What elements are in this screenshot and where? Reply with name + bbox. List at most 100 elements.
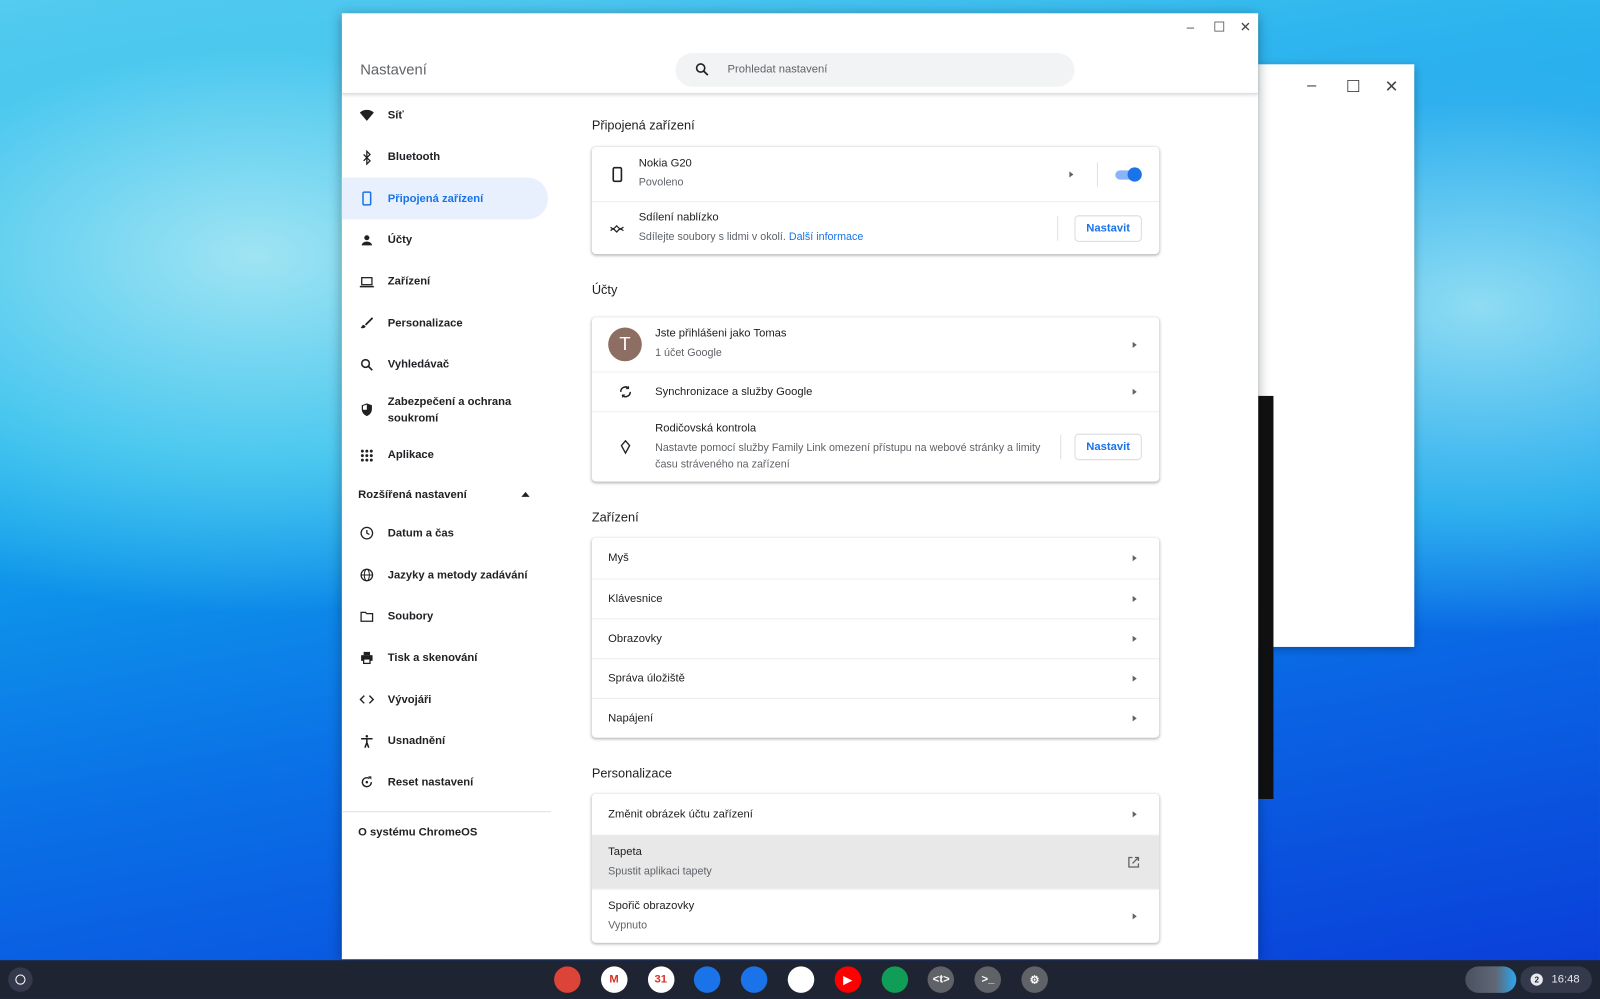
sidebar-item-label: Datum a čas	[387, 527, 454, 540]
nearby-title: Sdílení nablízko	[638, 211, 719, 224]
status-tray[interactable]: 2 16:48	[1520, 966, 1592, 993]
search-icon	[360, 358, 373, 371]
sidebar-item-bluetooth[interactable]: Bluetooth	[342, 136, 548, 178]
shelf-app-chrome[interactable]	[554, 966, 581, 993]
sidebar-item-label: Usnadnění	[387, 734, 446, 748]
sidebar-item-personalization[interactable]: Personalizace	[342, 302, 548, 344]
row-label: Změnit obrázek účtu zařízení	[608, 808, 753, 821]
sidebar-item-files[interactable]: Soubory	[342, 596, 548, 638]
arrow-right-icon	[1132, 595, 1137, 603]
screensaver-row[interactable]: Spořič obrazovky Vypnuto	[591, 888, 1160, 943]
arrow-right-icon	[1132, 341, 1137, 348]
sync-row[interactable]: Synchronizace a služby Google	[591, 371, 1160, 411]
sidebar-item-about[interactable]: O systému ChromeOS	[342, 813, 551, 854]
nearby-share-icon	[610, 224, 624, 233]
files-icon	[694, 966, 721, 993]
sidebar-item-connected-devices[interactable]: Připojená zařízení	[341, 177, 548, 220]
shelf-app-messages[interactable]	[741, 966, 768, 993]
arrow-right-icon	[1069, 170, 1074, 178]
shelf-app-gmail[interactable]: M	[600, 966, 628, 993]
background-window[interactable]: – ☐ ✕	[1258, 64, 1415, 647]
messages-icon	[741, 966, 768, 993]
notification-badge: 2	[1530, 973, 1543, 986]
shelf-app-files[interactable]	[694, 966, 721, 993]
wallpaper-row[interactable]: Tapeta Spustit aplikaci tapety	[591, 834, 1160, 889]
parental-controls-row[interactable]: Rodičovská kontrola Nastavte pomocí služb…	[591, 411, 1160, 481]
maximize-button[interactable]: ☐	[1213, 19, 1225, 35]
sidebar-item-label: Reset nastavení	[387, 776, 474, 789]
account-count: 1 účet Google	[655, 346, 722, 360]
external-link-icon	[1128, 856, 1140, 868]
advanced-label: Rozšířená nastavení	[358, 488, 467, 501]
accounts-card: T Jste přihlášeni jako Tomas 1 účet Googl…	[591, 317, 1160, 482]
advanced-settings-toggle[interactable]: Rozšířená nastavení	[342, 476, 548, 513]
sidebar-item-languages[interactable]: Jazyky a metody zadávání	[342, 554, 548, 596]
chevron-up-icon	[521, 491, 530, 497]
crostini-text-icon: <t>	[932, 973, 950, 986]
storage-row[interactable]: Správa úložiště	[591, 658, 1160, 698]
sidebar-item-network[interactable]: Síť	[342, 95, 548, 137]
nearby-description: Sdílejte soubory s lidmi v okolí.	[638, 230, 786, 243]
change-picture-row[interactable]: Změnit obrázek účtu zařízení	[592, 794, 1159, 835]
displays-row[interactable]: Obrazovky	[591, 618, 1160, 658]
terminal-icon: >_	[981, 973, 995, 986]
sidebar-item-label: Vývojáři	[387, 693, 432, 706]
gmail-icon: M	[609, 973, 619, 986]
sidebar-item-date-time[interactable]: Datum a čas	[342, 513, 548, 555]
sidebar-item-label: Vyhledávač	[387, 358, 450, 371]
sidebar-item-apps[interactable]: Aplikace	[342, 434, 548, 476]
arrow-right-icon	[1132, 675, 1137, 682]
sidebar-item-reset[interactable]: Reset nastavení	[342, 762, 548, 804]
launcher-button[interactable]	[8, 967, 33, 992]
phone-enabled-toggle[interactable]	[1115, 166, 1142, 182]
shelf-app-terminal[interactable]: >_	[974, 966, 1002, 993]
sidebar-item-accessibility[interactable]: Usnadnění	[342, 720, 548, 762]
keyboard-row[interactable]: Klávesnice	[591, 578, 1160, 619]
close-button[interactable]: ✕	[1385, 77, 1399, 97]
wifi-icon	[359, 109, 374, 121]
personalization-card: Změnit obrázek účtu zařízení Tapeta Spust…	[591, 793, 1160, 943]
phone-hub-button[interactable]	[1465, 966, 1517, 993]
mouse-row[interactable]: Myš	[592, 538, 1159, 579]
arrow-right-icon	[1132, 715, 1137, 722]
parental-description: Nastavte pomocí služby Family Link omeze…	[655, 441, 1041, 470]
shelf-app-app-green[interactable]	[881, 966, 908, 993]
apps-grid-icon	[360, 449, 373, 462]
sidebar-item-developers[interactable]: Vývojáři	[342, 679, 548, 721]
sidebar-item-device[interactable]: Zařízení	[342, 261, 548, 303]
folder-icon	[360, 611, 374, 622]
nearby-setup-button[interactable]: Nastavit	[1074, 214, 1142, 242]
background-terminal-window[interactable]	[1258, 395, 1274, 799]
power-row[interactable]: Napájení	[591, 697, 1160, 738]
sidebar-item-label: Aplikace	[387, 449, 434, 462]
sidebar-item-privacy[interactable]: Zabezpečení a ochrana soukromí	[342, 386, 548, 435]
device-card: Myš Klávesnice Obrazovky Správa úložiště…	[591, 537, 1160, 738]
row-label: Spořič obrazovky	[608, 899, 695, 912]
arrow-right-icon	[1132, 388, 1137, 395]
shelf-app-calendar[interactable]: 31	[647, 966, 675, 993]
search-icon	[695, 63, 709, 76]
shelf-app-youtube[interactable]: ▶	[834, 966, 862, 993]
parental-setup-button[interactable]: Nastavit	[1074, 433, 1142, 461]
learn-more-link[interactable]: Další informace	[789, 231, 863, 243]
phone-row[interactable]: Nokia G20 Povoleno	[592, 147, 1159, 201]
minimize-button[interactable]: –	[1307, 77, 1316, 95]
sidebar-item-accounts[interactable]: Účty	[342, 219, 548, 261]
minimize-button[interactable]: –	[1187, 19, 1194, 34]
sidebar-item-search-engine[interactable]: Vyhledávač	[342, 344, 548, 386]
search-input[interactable]: Prohledat nastavení	[675, 53, 1075, 87]
section-title: Personalizace	[591, 766, 672, 781]
shelf-app-settings[interactable]: ⚙	[1021, 966, 1048, 993]
accessibility-icon	[361, 734, 373, 748]
sidebar: Síť Bluetooth Připojená zařízení Účty Za…	[341, 95, 552, 854]
nearby-share-row[interactable]: Sdílení nablízko Sdílejte soubory s lidmi…	[591, 201, 1160, 254]
connected-devices-card: Nokia G20 Povoleno Sdílení nablízko Sdílej…	[591, 146, 1160, 255]
maximize-button[interactable]: ☐	[1346, 77, 1361, 97]
sidebar-item-printing[interactable]: Tisk a skenování	[342, 637, 548, 679]
shelf-app-meet[interactable]	[787, 966, 815, 993]
bluetooth-icon	[363, 149, 371, 165]
shelf-app-crostini-text[interactable]: <t>	[927, 966, 955, 993]
row-label: Obrazovky	[608, 632, 662, 645]
account-row[interactable]: T Jste přihlášeni jako Tomas 1 účet Googl…	[592, 317, 1159, 371]
close-button[interactable]: ✕	[1240, 19, 1251, 35]
